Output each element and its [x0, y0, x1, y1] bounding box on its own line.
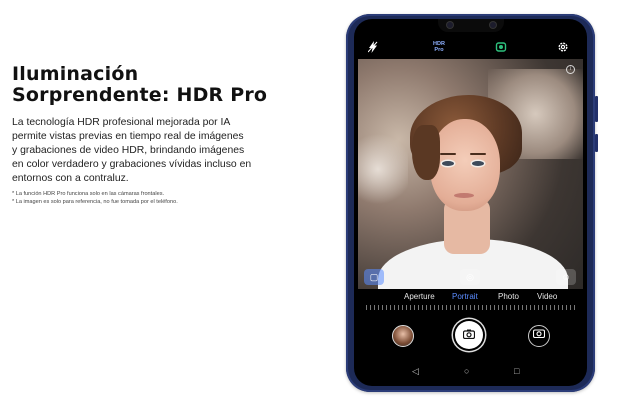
body-line-5: entornos con a contraluz.	[12, 173, 129, 184]
subject-brow-right	[470, 153, 486, 155]
footnote-1: * La función HDR Pro funciona solo en la…	[12, 191, 165, 197]
subject-lips	[454, 193, 474, 198]
subject-eye-right	[472, 161, 484, 166]
headline-line-1: Iluminación	[12, 63, 139, 85]
recents-icon[interactable]: □	[514, 363, 519, 379]
subject-brow-left	[440, 153, 456, 155]
camera-icon	[462, 328, 476, 342]
volume-button	[595, 96, 598, 122]
shutter-controls	[354, 319, 587, 353]
hdr-pro-line-2: Pro	[434, 47, 444, 53]
filter-icon[interactable]: ▢	[364, 269, 384, 285]
body-line-2: permite vistas previas en tiempo real de…	[12, 131, 244, 142]
footnote-2: * La imagen es solo para referencia, no …	[12, 199, 178, 205]
phone-frame: HDR Pro i ▢ ◎ ☺ Aperture Portrait Photo …	[346, 14, 598, 392]
switch-camera-icon[interactable]	[528, 325, 550, 347]
front-camera-right	[490, 22, 496, 28]
mode-aperture[interactable]: Aperture	[404, 291, 435, 303]
body-line-4: en color verdadero y grabaciones vívidas…	[12, 159, 252, 170]
aperture-icon[interactable]: ◎	[460, 269, 480, 285]
power-button	[595, 134, 598, 152]
body-text: La tecnología HDR profesional mejorada p…	[12, 116, 312, 186]
camera-viewfinder[interactable]: i ▢ ◎ ☺	[358, 59, 583, 289]
camera-mode-selector: Aperture Portrait Photo Video	[354, 291, 587, 303]
mode-portrait[interactable]: Portrait	[452, 291, 478, 303]
footnotes: * La función HDR Pro funciona solo en la…	[12, 190, 312, 206]
headline: Iluminación Sorprendente: HDR Pro	[12, 64, 312, 106]
body-line-3: y grabaciones de video HDR, brindando im…	[12, 145, 245, 156]
mode-video[interactable]: Video	[537, 291, 557, 303]
flash-icon[interactable]	[367, 41, 378, 57]
hdr-pro-indicator[interactable]: HDR Pro	[429, 41, 449, 53]
phone-screen: HDR Pro i ▢ ◎ ☺ Aperture Portrait Photo …	[354, 19, 587, 386]
gear-icon[interactable]	[557, 41, 569, 57]
shutter-button[interactable]	[455, 321, 483, 349]
beauty-icon[interactable]: ☺	[556, 269, 576, 285]
zoom-scale[interactable]	[366, 305, 576, 310]
info-icon[interactable]: i	[566, 65, 575, 74]
subject-eye-left	[442, 161, 454, 166]
mode-photo[interactable]: Photo	[498, 291, 519, 303]
back-icon[interactable]: ◁	[412, 363, 419, 379]
ai-mode-icon[interactable]	[495, 41, 507, 57]
background-light-left	[358, 129, 408, 209]
camera-top-bar: HDR Pro	[354, 37, 587, 61]
headline-line-2: Sorprendente: HDR Pro	[12, 84, 268, 106]
system-nav-bar: ◁ ○ □	[354, 363, 587, 379]
notch	[438, 19, 504, 32]
body-line-1: La tecnología HDR profesional mejorada p…	[12, 117, 231, 128]
subject-hair-side	[412, 125, 440, 180]
front-camera-left	[447, 22, 453, 28]
home-icon[interactable]: ○	[464, 363, 469, 379]
gallery-thumbnail[interactable]	[392, 325, 414, 347]
